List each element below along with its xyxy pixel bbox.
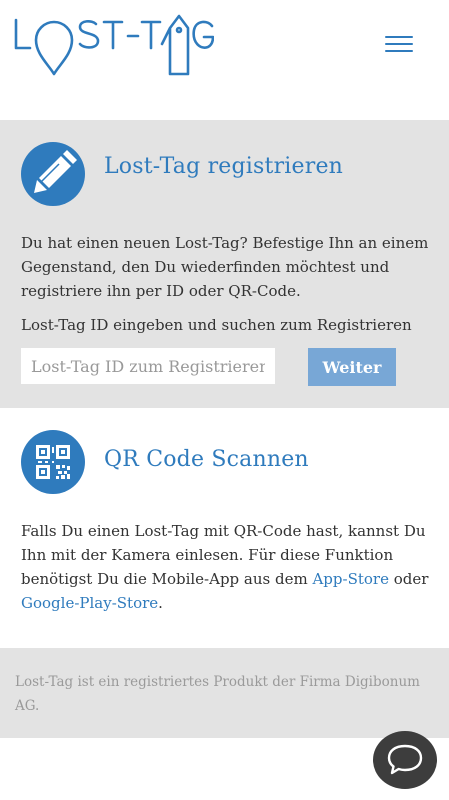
app-store-link[interactable]: App-Store [312,570,389,588]
qr-title: QR Code Scannen [104,447,309,472]
menu-bar [385,43,413,45]
qr-text-middle: oder [388,570,429,588]
hamburger-menu-icon[interactable] [385,36,413,56]
pencil-icon-graphic [34,150,77,193]
site-header [0,0,449,120]
lost-tag-id-input[interactable] [21,348,275,384]
pencil-icon [21,142,85,206]
menu-bar [385,50,413,52]
google-play-store-link[interactable]: Google-Play-Store [21,594,158,612]
menu-bar [385,36,413,38]
register-title: Lost-Tag registrieren [104,154,344,179]
register-section: Lost-Tag registrieren Du hat einen neuen… [0,120,449,408]
lost-tag-logo[interactable] [14,14,215,78]
qr-description: Falls Du einen Lost-Tag mit QR-Code hast… [21,519,431,615]
lost-tag-logo-graphic [14,14,215,76]
qr-text-after: . [158,594,163,612]
register-description: Du hat einen neuen Lost-Tag? Befestige I… [21,234,429,300]
footer-text: Lost-Tag ist ein registriertes Produkt d… [15,674,420,714]
site-footer: Lost-Tag ist ein registriertes Produkt d… [0,648,449,738]
chat-bubble-icon[interactable] [373,731,437,789]
register-input-label: Lost-Tag ID eingeben und suchen zum Regi… [21,316,412,334]
qr-code-icon [21,430,85,494]
chat-bubble-icon-graphic [387,744,423,775]
qr-code-icon-graphic [36,445,70,479]
weiter-button[interactable]: Weiter [308,348,396,386]
qr-section: QR Code Scannen Falls Du einen Lost-Tag … [0,408,449,648]
